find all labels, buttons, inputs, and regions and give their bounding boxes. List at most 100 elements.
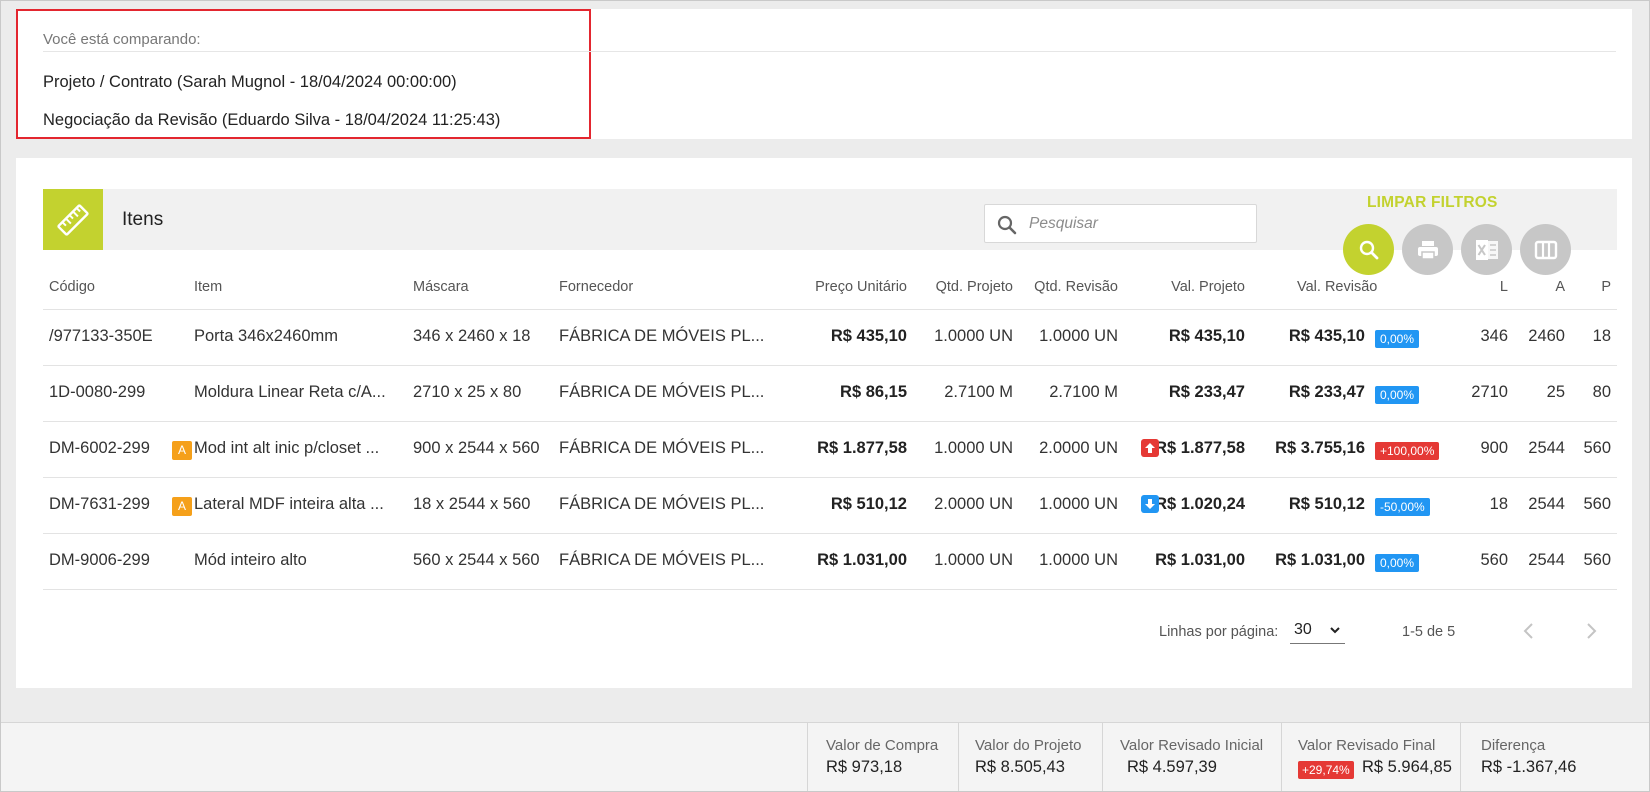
cell-val-revisao: R$ 510,12 — [1288, 495, 1365, 513]
total-valor-revisado-final-pct-badge: +29,74% — [1298, 761, 1354, 779]
cell-val-revisao: R$ 233,47 — [1288, 383, 1365, 401]
search-icon — [997, 215, 1017, 240]
cell-p: 80 — [1592, 383, 1611, 401]
excel-icon — [1475, 239, 1498, 260]
export-excel-button[interactable] — [1461, 224, 1512, 275]
cell-codigo: /977133-350E — [49, 327, 153, 345]
item-status-badge: A — [172, 441, 192, 460]
cell-qtd-projeto: 2.0000 UN — [934, 495, 1013, 513]
cell-val-revisao: R$ 1.031,00 — [1275, 551, 1365, 569]
cell-qtd-revisao: 2.7100 M — [1049, 383, 1118, 401]
cell-item: Mod int alt inic p/closet ... — [194, 439, 380, 457]
columns-button[interactable] — [1520, 224, 1571, 275]
chevron-left-icon — [1523, 623, 1533, 639]
cell-codigo: DM-7631-299 — [49, 495, 150, 513]
total-valor-projeto: Valor do Projeto R$ 8.505,43 — [958, 723, 1102, 792]
column-header-val-projeto[interactable]: Val. Projeto — [1171, 279, 1245, 295]
cell-preco-unitario: R$ 86,15 — [840, 383, 907, 401]
total-valor-revisado-inicial-label: Valor Revisado Inicial — [1120, 737, 1264, 754]
search-icon — [1359, 240, 1378, 259]
cell-val-projeto: R$ 1.020,24 — [1155, 495, 1245, 513]
cell-p: 560 — [1583, 495, 1611, 513]
cell-p: 560 — [1583, 551, 1611, 569]
cell-preco-unitario: R$ 1.031,00 — [817, 551, 907, 569]
cell-p: 560 — [1583, 439, 1611, 457]
table-row[interactable]: DM-9006-299 Mód inteiro alto 560 x 2544 x … — [43, 534, 1617, 590]
cell-qtd-revisao: 1.0000 UN — [1039, 327, 1118, 345]
total-valor-revisado-inicial: Valor Revisado Inicial R$ 4.597,39 — [1102, 723, 1281, 792]
column-header-qtd-revisao[interactable]: Qtd. Revisão — [1034, 279, 1118, 295]
cell-p: 18 — [1592, 327, 1611, 345]
column-header-preco-unitario[interactable]: Preço Unitário — [815, 279, 907, 295]
cell-l: 560 — [1480, 551, 1508, 569]
print-button[interactable] — [1402, 224, 1453, 275]
percent-change-badge: 0,00% — [1375, 554, 1420, 572]
columns-icon — [1534, 240, 1557, 259]
column-header-qtd-projeto[interactable]: Qtd. Projeto — [936, 279, 1013, 295]
comparison-label: Você está comparando: — [43, 31, 201, 48]
cell-codigo: DM-6002-299 — [49, 439, 150, 457]
cell-l: 2710 — [1471, 383, 1508, 401]
column-header-item[interactable]: Item — [194, 279, 222, 295]
next-page-button[interactable] — [1583, 621, 1599, 646]
total-diferenca: Diferença R$ -1.367,46 — [1460, 723, 1650, 792]
items-title: Itens — [122, 209, 164, 230]
cell-fornecedor: FÁBRICA DE MÓVEIS PL... — [559, 551, 765, 569]
cell-fornecedor: FÁBRICA DE MÓVEIS PL... — [559, 495, 765, 513]
cell-val-projeto: R$ 233,47 — [1168, 383, 1245, 401]
total-valor-compra-value: R$ 973,18 — [826, 758, 903, 776]
column-header-mascara[interactable]: Máscara — [413, 279, 469, 295]
cell-codigo: 1D-0080-299 — [49, 383, 146, 401]
total-valor-revisado-inicial-value: R$ 4.597,39 — [1127, 758, 1217, 776]
total-valor-compra: Valor de Compra R$ 973,18 — [807, 723, 958, 792]
cell-val-projeto: R$ 1.031,00 — [1155, 551, 1245, 569]
cell-qtd-revisao: 2.0000 UN — [1039, 439, 1118, 457]
cell-item: Moldura Linear Reta c/A... — [194, 383, 386, 401]
cell-fornecedor: FÁBRICA DE MÓVEIS PL... — [559, 327, 765, 345]
column-header-p[interactable]: P — [1601, 279, 1611, 295]
column-header-fornecedor[interactable]: Fornecedor — [559, 279, 633, 295]
percent-change-badge: -50,00% — [1375, 498, 1430, 516]
rows-per-page-label: Linhas por página: — [1159, 624, 1279, 640]
table-row[interactable]: /977133-350E Porta 346x2460mm 346 x 2460 x… — [43, 310, 1617, 366]
cell-mascara: 18 x 2544 x 560 — [413, 495, 531, 513]
column-header-val-revisao[interactable]: Val. Revisão — [1297, 279, 1377, 295]
table-row[interactable]: DM-6002-299 Mod int alt inic p/closet ...… — [43, 422, 1617, 478]
cell-qtd-projeto: 1.0000 UN — [934, 439, 1013, 457]
column-header-codigo[interactable]: Código — [49, 279, 95, 295]
cell-qtd-revisao: 1.0000 UN — [1039, 551, 1118, 569]
column-header-l[interactable]: L — [1500, 279, 1508, 295]
total-valor-compra-label: Valor de Compra — [826, 737, 939, 754]
cell-preco-unitario: R$ 435,10 — [830, 327, 907, 345]
comparison-line-revision: Negociação da Revisão (Eduardo Silva - 1… — [43, 111, 501, 129]
cell-mascara: 560 x 2544 x 560 — [413, 551, 540, 569]
cell-item: Porta 346x2460mm — [194, 327, 338, 345]
previous-page-button[interactable] — [1521, 621, 1537, 646]
cell-val-projeto: R$ 435,10 — [1168, 327, 1245, 345]
cell-item: Mód inteiro alto — [194, 551, 307, 569]
totals-footer: Valor de Compra R$ 973,18 Valor do Proje… — [0, 722, 1650, 792]
total-valor-projeto-label: Valor do Projeto — [975, 737, 1082, 754]
comparison-line-project: Projeto / Contrato (Sarah Mugnol - 18/04… — [43, 73, 457, 91]
cell-qtd-revisao: 1.0000 UN — [1039, 495, 1118, 513]
cell-mascara: 900 x 2544 x 560 — [413, 439, 540, 457]
divider — [43, 51, 1616, 52]
arrow-up-icon — [1141, 439, 1159, 457]
arrow-down-icon — [1141, 495, 1159, 513]
cell-preco-unitario: R$ 1.877,58 — [817, 439, 907, 457]
cell-qtd-projeto: 2.7100 M — [944, 383, 1013, 401]
search-input[interactable] — [1029, 211, 1249, 237]
rows-per-page-select[interactable]: 30 — [1290, 618, 1345, 644]
cell-a: 2544 — [1528, 551, 1565, 569]
cell-a: 25 — [1546, 383, 1565, 401]
column-header-a[interactable]: A — [1555, 279, 1565, 295]
search-button[interactable] — [1343, 224, 1394, 275]
cell-a: 2544 — [1528, 495, 1565, 513]
clear-filters-button[interactable]: LIMPAR FILTROS — [1367, 194, 1498, 212]
cell-mascara: 346 x 2460 x 18 — [413, 327, 531, 345]
table-row[interactable]: 1D-0080-299 Moldura Linear Reta c/A... 271… — [43, 366, 1617, 422]
cell-fornecedor: FÁBRICA DE MÓVEIS PL... — [559, 383, 765, 401]
cell-l: 900 — [1480, 439, 1508, 457]
search-box[interactable] — [984, 204, 1257, 243]
table-row[interactable]: DM-7631-299 Lateral MDF inteira alta ... 1… — [43, 478, 1617, 534]
